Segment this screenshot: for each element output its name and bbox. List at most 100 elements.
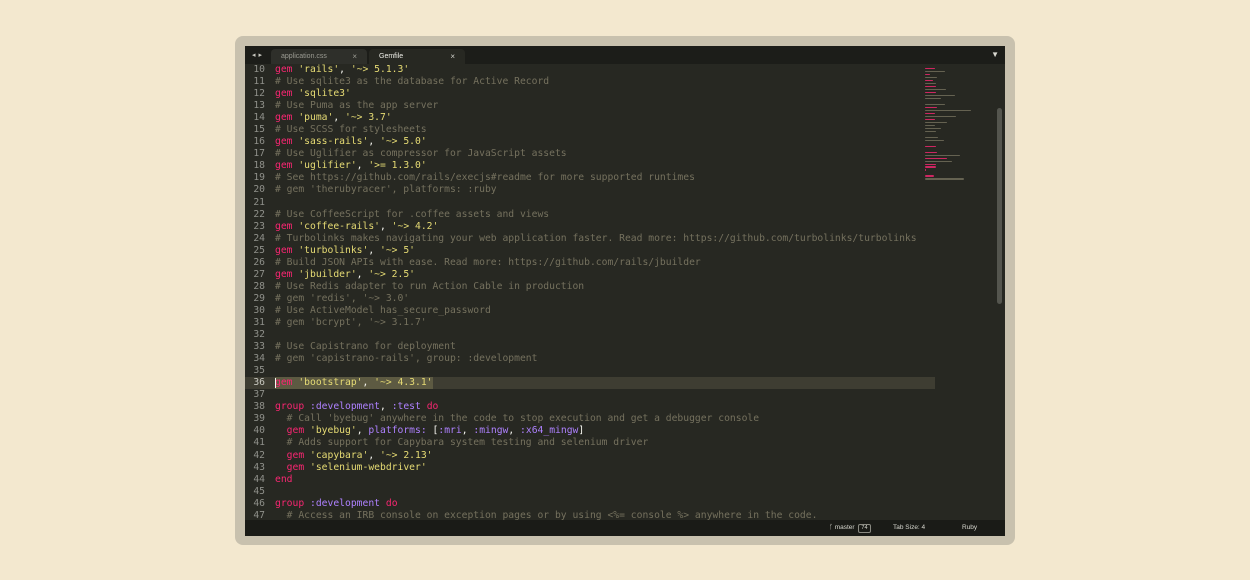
code-line[interactable]: 32 xyxy=(245,329,935,341)
line-number[interactable]: 40 xyxy=(245,425,265,437)
code-line[interactable]: 26 # Build JSON APIs with ease. Read more… xyxy=(245,257,935,269)
code-line[interactable]: 40 gem 'byebug', platforms: [:mri, :ming… xyxy=(245,425,935,437)
line-number[interactable]: 16 xyxy=(245,136,265,148)
minimap-line xyxy=(925,112,936,115)
code-line[interactable]: 20 # gem 'therubyracer', platforms: :ruby xyxy=(245,184,935,196)
code-line[interactable]: 19 # See https://github.com/rails/execjs#… xyxy=(245,172,935,184)
code-line[interactable]: 22 # Use CoffeeScript for .coffee assets … xyxy=(245,209,935,221)
close-icon[interactable]: × xyxy=(450,49,455,64)
line-number[interactable]: 14 xyxy=(245,112,265,124)
line-number[interactable]: 32 xyxy=(245,329,265,341)
code-line[interactable]: 11 # Use sqlite3 as the database for Acti… xyxy=(245,76,935,88)
code-line[interactable]: 16 gem 'sass-rails', '~> 5.0' xyxy=(245,136,935,148)
code-line[interactable]: 27 gem 'jbuilder', '~> 2.5' xyxy=(245,269,935,281)
line-number[interactable]: 20 xyxy=(245,184,265,196)
code-line[interactable]: 25 gem 'turbolinks', '~> 5' xyxy=(245,245,935,257)
line-number[interactable]: 41 xyxy=(245,437,265,449)
code-line[interactable]: 17 # Use Uglifier as compressor for JavaS… xyxy=(245,148,935,160)
code-line[interactable]: 38 group :development, :test do xyxy=(245,401,935,413)
code-line[interactable]: 29 # gem 'redis', '~> 3.0' xyxy=(245,293,935,305)
code-line[interactable]: 18 gem 'uglifier', '>= 1.3.0' xyxy=(245,160,935,172)
code-line[interactable]: 31 # gem 'bcrypt', '~> 3.1.7' xyxy=(245,317,935,329)
line-number[interactable]: 19 xyxy=(245,172,265,184)
code-line[interactable]: 42 gem 'capybara', '~> 2.13' xyxy=(245,450,935,462)
line-number[interactable]: 30 xyxy=(245,305,265,317)
code-line[interactable]: 23 gem 'coffee-rails', '~> 4.2' xyxy=(245,221,935,233)
code-line[interactable]: 21 xyxy=(245,197,935,209)
line-number[interactable]: 27 xyxy=(245,269,265,281)
code-line[interactable]: 47 # Access an IRB console on exception … xyxy=(245,510,935,520)
code-token: , xyxy=(368,449,381,461)
code-token: # Use Uglifier as compressor for JavaScr… xyxy=(275,148,567,160)
vertical-scrollbar[interactable] xyxy=(997,108,1002,304)
line-number[interactable]: 36 xyxy=(245,377,265,389)
code-line[interactable]: 30 # Use ActiveModel has_secure_password xyxy=(245,305,935,317)
code-line[interactable]: 15 # Use SCSS for stylesheets xyxy=(245,124,935,136)
line-number[interactable]: 18 xyxy=(245,160,265,172)
line-text: end xyxy=(275,474,293,486)
tab-size-indicator[interactable]: Tab Size: 4 xyxy=(893,520,925,536)
line-number[interactable]: 39 xyxy=(245,413,265,425)
minimap[interactable] xyxy=(925,68,973,180)
syntax-indicator[interactable]: Ruby xyxy=(962,520,977,536)
line-number[interactable]: 12 xyxy=(245,88,265,100)
line-number[interactable]: 34 xyxy=(245,353,265,365)
code-line[interactable]: 44 end xyxy=(245,474,935,486)
tab-menu-chevron-down-icon[interactable]: ▼ xyxy=(991,46,999,64)
code-line[interactable]: 13 # Use Puma as the app server xyxy=(245,100,935,112)
code-line[interactable]: 24 # Turbolinks makes navigating your web… xyxy=(245,233,935,245)
line-number[interactable]: 23 xyxy=(245,221,265,233)
code-line[interactable]: 14 gem 'puma', '~> 3.7' xyxy=(245,112,935,124)
code-line[interactable]: 41 # Adds support for Capybara system te… xyxy=(245,437,935,449)
line-number[interactable]: 13 xyxy=(245,100,265,112)
code-line[interactable]: 33 # Use Capistrano for deployment xyxy=(245,341,935,353)
line-number[interactable]: 25 xyxy=(245,245,265,257)
line-number[interactable]: 47 xyxy=(245,510,265,520)
code-line[interactable]: 43 gem 'selenium-webdriver' xyxy=(245,462,935,474)
line-number[interactable]: 21 xyxy=(245,197,265,209)
nav-forward-icon[interactable]: ▸ xyxy=(259,51,263,59)
line-number[interactable]: 42 xyxy=(245,450,265,462)
line-number[interactable]: 28 xyxy=(245,281,265,293)
code-line[interactable]: 45 xyxy=(245,486,935,498)
branch-name: master xyxy=(834,524,855,531)
line-number[interactable]: 29 xyxy=(245,293,265,305)
line-number[interactable]: 45 xyxy=(245,486,265,498)
line-number[interactable]: 44 xyxy=(245,474,265,486)
line-number[interactable]: 46 xyxy=(245,498,265,510)
code-line[interactable]: 39 # Call 'byebug' anywhere in the code … xyxy=(245,413,935,425)
close-icon[interactable]: × xyxy=(352,49,357,64)
line-number[interactable]: 24 xyxy=(245,233,265,245)
status-branch[interactable]: ᚴ master 74 xyxy=(829,520,871,536)
code-token: # gem 'bcrypt', '~> 3.1.7' xyxy=(275,316,427,328)
tab-application-css[interactable]: application.css × xyxy=(271,49,367,64)
code-line[interactable]: 46 group :development do xyxy=(245,498,935,510)
code-token: '~> 3.7' xyxy=(345,112,392,124)
code-line[interactable]: 10 gem 'rails', '~> 5.1.3' xyxy=(245,64,935,76)
line-number[interactable]: 11 xyxy=(245,76,265,88)
code-token: 'bootstrap' xyxy=(298,377,363,389)
code-line[interactable]: 36 gem 'bootstrap', '~> 4.3.1' xyxy=(245,377,935,390)
tab-gemfile[interactable]: Gemfile × xyxy=(369,49,465,64)
line-number[interactable]: 38 xyxy=(245,401,265,413)
code-line[interactable]: 35 xyxy=(245,365,935,377)
line-number[interactable]: 31 xyxy=(245,317,265,329)
code-token: 'capybara' xyxy=(310,449,369,461)
line-number[interactable]: 33 xyxy=(245,341,265,353)
line-number[interactable]: 15 xyxy=(245,124,265,136)
code-token: , xyxy=(356,160,369,172)
line-number[interactable]: 22 xyxy=(245,209,265,221)
code-line[interactable]: 34 # gem 'capistrano-rails', group: :deve… xyxy=(245,353,935,365)
nav-back-icon[interactable]: ◂ xyxy=(252,51,256,59)
line-number[interactable]: 37 xyxy=(245,389,265,401)
line-number[interactable]: 10 xyxy=(245,64,265,76)
line-number[interactable]: 43 xyxy=(245,462,265,474)
code-area[interactable]: 10 gem 'rails', '~> 5.1.3' 11 # Use sqlite3… xyxy=(245,64,935,520)
code-line[interactable]: 12 gem 'sqlite3' xyxy=(245,88,935,100)
code-line[interactable]: 37 xyxy=(245,389,935,401)
code-token: gem xyxy=(275,64,293,75)
line-number[interactable]: 17 xyxy=(245,148,265,160)
code-line[interactable]: 28 # Use Redis adapter to run Action Cabl… xyxy=(245,281,935,293)
line-number[interactable]: 26 xyxy=(245,257,265,269)
line-number[interactable]: 35 xyxy=(245,365,265,377)
